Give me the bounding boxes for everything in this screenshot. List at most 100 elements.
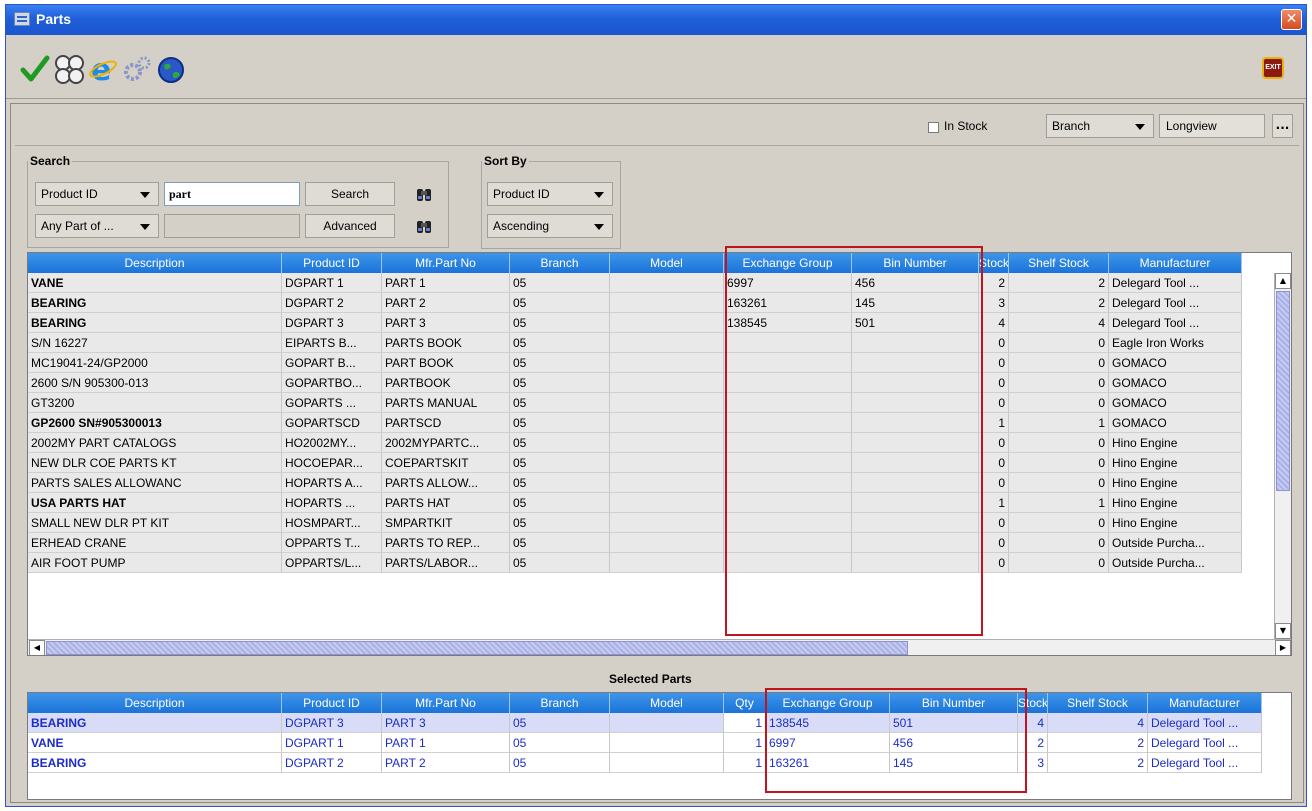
cell-mfr-part-no: SMPARTKIT <box>382 513 510 533</box>
column-header-product-id[interactable]: Product ID <box>282 693 382 713</box>
cell-mfr-part-no: PART 3 <box>382 313 510 333</box>
cell-branch: 05 <box>510 713 610 733</box>
binoculars-icon[interactable] <box>416 218 432 234</box>
vertical-scrollbar[interactable]: ▲ ▼ <box>1274 273 1291 639</box>
calculator-icon[interactable] <box>54 53 84 85</box>
check-icon[interactable] <box>20 53 50 85</box>
cell-model <box>610 513 724 533</box>
cell-branch: 05 <box>510 333 610 353</box>
cell-description: SMALL NEW DLR PT KIT <box>28 513 282 533</box>
cell-model <box>610 753 724 773</box>
cell-manufacturer: Hino Engine <box>1109 493 1242 513</box>
cell-qty: 1 <box>724 753 766 773</box>
scroll-left-icon[interactable]: ◀ <box>29 640 45 655</box>
cell-model <box>610 313 724 333</box>
title-bar[interactable]: Parts ✕ <box>6 5 1306 35</box>
cell-stock: 4 <box>979 313 1009 333</box>
cell-shelf-stock: 1 <box>1009 413 1109 433</box>
sort-field-select[interactable]: Product ID <box>487 182 613 206</box>
scroll-down-icon[interactable]: ▼ <box>1275 623 1291 639</box>
location-field[interactable]: Longview <box>1159 114 1265 138</box>
branch-select[interactable]: Branch <box>1046 114 1154 138</box>
gears-icon[interactable] <box>122 53 152 85</box>
in-stock-label: In Stock <box>944 119 988 133</box>
column-header-model[interactable]: Model <box>610 693 724 713</box>
cell-description: AIR FOOT PUMP <box>28 553 282 573</box>
column-header-shelf-stock[interactable]: Shelf Stock <box>1009 253 1109 273</box>
cell-manufacturer: Hino Engine <box>1109 513 1242 533</box>
cell-model <box>610 413 724 433</box>
cell-mfr-part-no: PARTBOOK <box>382 373 510 393</box>
cell-manufacturer: Outside Purcha... <box>1109 553 1242 573</box>
column-header-model[interactable]: Model <box>610 253 724 273</box>
cell-stock: 0 <box>979 373 1009 393</box>
cell-shelf-stock: 0 <box>1009 533 1109 553</box>
cell-branch: 05 <box>510 293 610 313</box>
column-header-mfr-part-no[interactable]: Mfr.Part No <box>382 693 510 713</box>
scrollbar-thumb[interactable] <box>1276 291 1290 491</box>
column-header-shelf-stock[interactable]: Shelf Stock <box>1048 693 1148 713</box>
cell-mfr-part-no: PARTS TO REP... <box>382 533 510 553</box>
exit-button[interactable]: EXIT <box>1262 57 1284 79</box>
column-header-mfr-part-no[interactable]: Mfr.Part No <box>382 253 510 273</box>
cell-model <box>610 493 724 513</box>
cell-shelf-stock: 0 <box>1009 333 1109 353</box>
column-header-branch[interactable]: Branch <box>510 253 610 273</box>
sort-legend: Sort By <box>484 154 527 168</box>
column-header-description[interactable]: Description <box>28 693 282 713</box>
cell-model <box>610 433 724 453</box>
column-header-description[interactable]: Description <box>28 253 282 273</box>
cell-mfr-part-no: PART 2 <box>382 753 510 773</box>
search-input[interactable]: part <box>164 182 300 206</box>
browse-button[interactable]: ... <box>1272 114 1293 138</box>
binoculars-icon[interactable] <box>416 186 432 202</box>
scroll-right-icon[interactable]: ▶ <box>1275 640 1291 655</box>
cell-mfr-part-no: PARTS HAT <box>382 493 510 513</box>
cell-product-id: DGPART 3 <box>282 313 382 333</box>
search-button[interactable]: Search <box>305 182 395 206</box>
ie-icon[interactable]: e <box>88 53 118 88</box>
cell-product-id: DGPART 3 <box>282 713 382 733</box>
cell-model <box>610 353 724 373</box>
globe-icon[interactable] <box>156 53 186 85</box>
advanced-button[interactable]: Advanced <box>305 214 395 238</box>
column-header-stock[interactable]: Stock <box>979 253 1009 273</box>
cell-description: NEW DLR COE PARTS KT <box>28 453 282 473</box>
cell-product-id: HOCOEPAR... <box>282 453 382 473</box>
cell-stock: 1 <box>979 493 1009 513</box>
search-field-select[interactable]: Product ID <box>35 182 159 206</box>
cell-manufacturer: GOMACO <box>1109 353 1242 373</box>
match-type-value: Any Part of ... <box>41 219 114 233</box>
cell-manufacturer: Hino Engine <box>1109 433 1242 453</box>
cell-manufacturer: Delegard Tool ... <box>1109 293 1242 313</box>
cell-branch: 05 <box>510 473 610 493</box>
sort-order-select[interactable]: Ascending <box>487 214 613 238</box>
match-type-select[interactable]: Any Part of ... <box>35 214 159 238</box>
cell-stock: 0 <box>979 553 1009 573</box>
column-header-product-id[interactable]: Product ID <box>282 253 382 273</box>
column-header-manufacturer[interactable]: Manufacturer <box>1148 693 1262 713</box>
scrollbar-thumb[interactable] <box>46 641 908 655</box>
secondary-search-input[interactable] <box>164 214 300 238</box>
cell-shelf-stock: 0 <box>1009 353 1109 373</box>
cell-branch: 05 <box>510 433 610 453</box>
cell-description: BEARING <box>28 313 282 333</box>
horizontal-scrollbar[interactable]: ◀ ▶ <box>28 639 1291 655</box>
cell-product-id: GOPARTS ... <box>282 393 382 413</box>
column-header-branch[interactable]: Branch <box>510 693 610 713</box>
cell-mfr-part-no: PARTS MANUAL <box>382 393 510 413</box>
cell-branch: 05 <box>510 313 610 333</box>
cell-mfr-part-no: PART BOOK <box>382 353 510 373</box>
selected-parts-title: Selected Parts <box>609 672 692 686</box>
scroll-up-icon[interactable]: ▲ <box>1275 273 1291 289</box>
cell-shelf-stock: 0 <box>1009 393 1109 413</box>
column-header-manufacturer[interactable]: Manufacturer <box>1109 253 1242 273</box>
cell-shelf-stock: 4 <box>1048 713 1148 733</box>
cell-branch: 05 <box>510 533 610 553</box>
column-header-qty[interactable]: Qty <box>724 693 766 713</box>
in-stock-checkbox[interactable] <box>928 122 939 133</box>
chevron-down-icon <box>594 224 604 230</box>
close-button[interactable]: ✕ <box>1281 9 1302 30</box>
cell-product-id: HOSMPART... <box>282 513 382 533</box>
cell-description: GP2600 SN#905300013 <box>28 413 282 433</box>
